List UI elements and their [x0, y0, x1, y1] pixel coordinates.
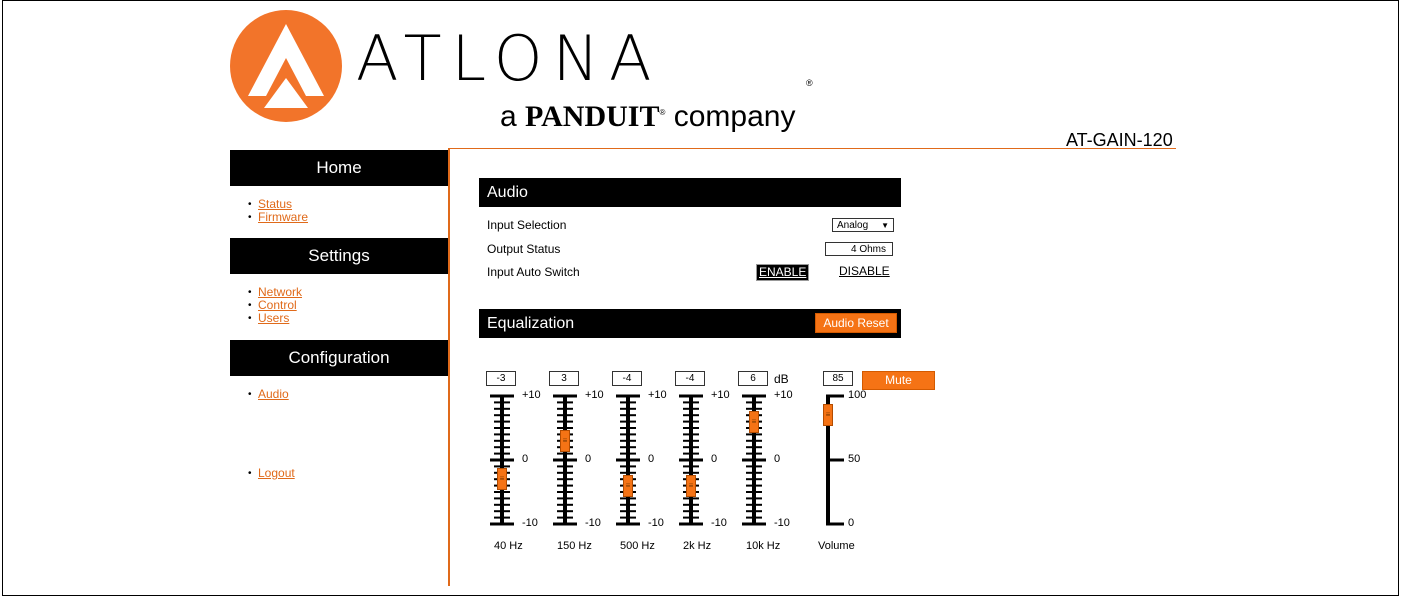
eq-band-value[interactable]: -4	[675, 371, 705, 386]
eq-band-value[interactable]: -3	[486, 371, 516, 386]
volume-scale-mid: 50	[848, 453, 861, 465]
nav-link-users[interactable]: Users	[258, 311, 289, 325]
nav-header-home: Home	[230, 150, 448, 186]
nav-item-firmware: Firmware	[248, 210, 308, 225]
eq-slider-handle[interactable]: ≡	[749, 410, 759, 433]
eq-scale-bottom: -10	[648, 517, 664, 529]
atlona-logo-icon	[230, 10, 342, 122]
eq-scale-top: +10	[648, 389, 667, 401]
disable-button[interactable]: DISABLE	[837, 264, 892, 279]
input-selection-value: Analog	[837, 220, 869, 231]
nav-link-control[interactable]: Control	[258, 298, 297, 312]
eq-band-label: 10k Hz	[746, 540, 781, 552]
atlona-logo: ATLONA ® a PANDUIT® company	[228, 10, 828, 140]
tagline-a: a	[500, 100, 517, 133]
eq-title: Equalization	[487, 315, 575, 332]
input-selection-label: Input Selection	[487, 218, 567, 232]
eq-band-value[interactable]: -4	[612, 371, 642, 386]
eq-slider-track[interactable]	[545, 391, 585, 529]
audio-reset-button[interactable]: Audio Reset	[815, 313, 897, 333]
nav-link-firmware[interactable]: Firmware	[258, 210, 308, 224]
eq-slider-handle[interactable]: ≡	[497, 468, 507, 491]
eq-band-label: 150 Hz	[557, 540, 592, 552]
eq-scale-mid: 0	[774, 453, 781, 465]
nav-item-audio: Audio	[248, 387, 289, 402]
input-selection-select[interactable]: Analog ▼	[832, 218, 894, 232]
eq-band-value[interactable]: 3	[549, 371, 579, 386]
eq-band-label: 500 Hz	[620, 540, 655, 552]
eq-band-value[interactable]: 6	[738, 371, 768, 386]
mute-button[interactable]: Mute	[862, 371, 935, 390]
eq-scale-bottom: -10	[711, 517, 727, 529]
nav-link-status[interactable]: Status	[258, 197, 292, 211]
eq-scale-bottom: -10	[585, 517, 601, 529]
auto-switch-label: Input Auto Switch	[487, 265, 580, 279]
eq-slider-handle[interactable]: ≡	[560, 429, 570, 452]
tagline-company: company	[673, 100, 796, 133]
brand-name: ATLONA	[356, 22, 662, 95]
chevron-down-icon: ▼	[881, 221, 889, 230]
nav-item-users: Users	[248, 311, 302, 326]
nav-list-settings: Network Control Users	[248, 285, 302, 326]
volume-slider-handle[interactable]: ≡	[823, 404, 833, 427]
eq-scale-mid: 0	[648, 453, 655, 465]
output-status-value: 4 Ohms	[825, 242, 893, 256]
volume-scale-bottom: 0	[848, 517, 855, 529]
nav-header-settings: Settings	[230, 238, 448, 274]
eq-slider-track[interactable]	[608, 391, 648, 529]
eq-scale-bottom: -10	[522, 517, 538, 529]
eq-scale-top: +10	[522, 389, 541, 401]
nav-list-logout: Logout	[248, 466, 295, 481]
registered-mark: ®	[806, 78, 813, 88]
nav-link-audio[interactable]: Audio	[258, 387, 289, 401]
header-divider	[450, 148, 1176, 149]
enable-button[interactable]: ENABLE	[756, 264, 810, 281]
volume-scale-top: 100	[848, 389, 867, 401]
volume-value[interactable]: 85	[823, 371, 853, 386]
logout-link[interactable]: Logout	[258, 466, 295, 480]
nav-item-logout: Logout	[248, 466, 295, 481]
eq-scale-top: +10	[585, 389, 604, 401]
output-status-label: Output Status	[487, 242, 561, 256]
eq-slider-handle[interactable]: ≡	[686, 474, 696, 497]
nav-link-network[interactable]: Network	[258, 285, 302, 299]
sidebar-divider	[448, 148, 450, 586]
tagline: a PANDUIT® company	[500, 100, 796, 133]
eq-scale-mid: 0	[585, 453, 592, 465]
audio-section-header: Audio	[479, 178, 901, 207]
eq-unit-label: dB	[774, 372, 789, 386]
tagline-panduit: PANDUIT	[525, 100, 660, 133]
nav-list-configuration: Audio	[248, 387, 289, 402]
nav-list-home: Status Firmware	[248, 197, 308, 225]
eq-band-label: 40 Hz	[494, 540, 523, 552]
volume-label: Volume	[818, 540, 855, 552]
eq-slider-track[interactable]	[671, 391, 711, 529]
eq-scale-bottom: -10	[774, 517, 790, 529]
eq-scale-top: +10	[711, 389, 730, 401]
eq-slider-track[interactable]	[482, 391, 522, 529]
eq-scale-mid: 0	[711, 453, 718, 465]
eq-slider-handle[interactable]: ≡	[623, 474, 633, 497]
eq-scale-top: +10	[774, 389, 793, 401]
eq-band-label: 2k Hz	[683, 540, 712, 552]
nav-header-configuration: Configuration	[230, 340, 448, 376]
eq-scale-mid: 0	[522, 453, 529, 465]
